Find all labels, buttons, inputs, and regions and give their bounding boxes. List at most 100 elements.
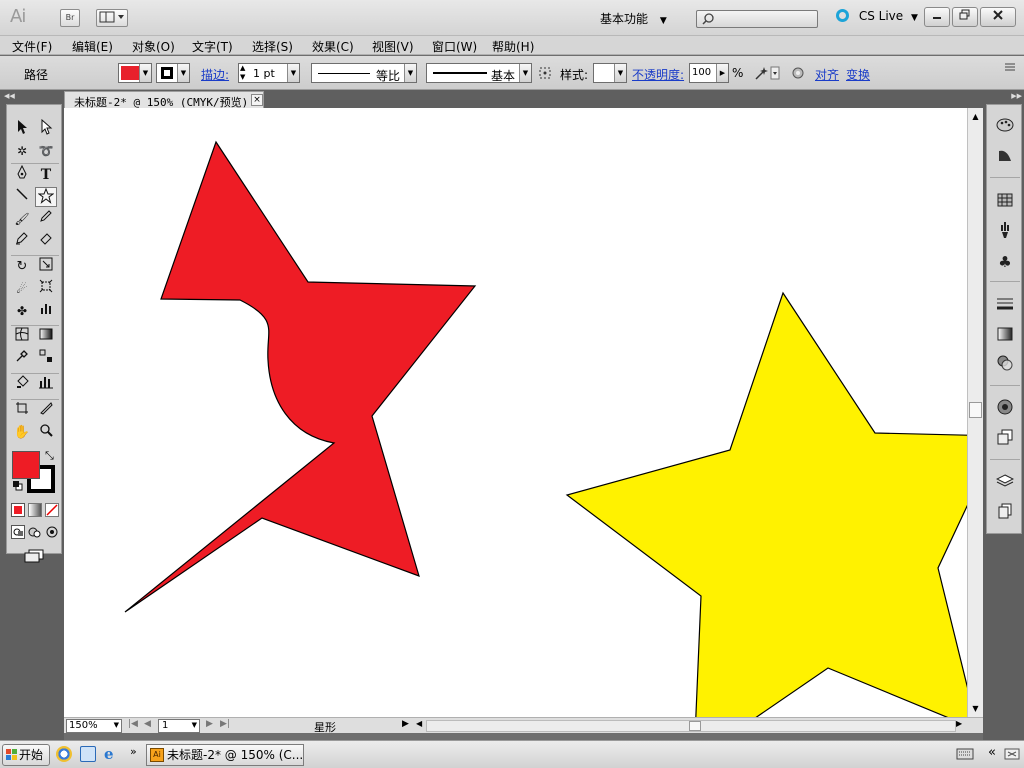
menu-effect[interactable]: 效果(C) [312, 38, 354, 55]
menu-file[interactable]: 文件(F) [12, 38, 52, 55]
fill-color-dropdown[interactable]: ▼ [118, 63, 152, 83]
stroke-panel-link[interactable]: 描边: [201, 66, 229, 83]
paintbrush-tool[interactable]: 🖌 [11, 209, 33, 229]
draw-inside-button[interactable] [45, 525, 59, 539]
pencil-tool[interactable] [35, 209, 57, 229]
transparency-panel-icon[interactable] [993, 355, 1017, 377]
cs-live-menu[interactable]: CS Live ▼ [836, 9, 918, 23]
opacity-field[interactable]: 100 ▶ [689, 63, 729, 83]
close-button[interactable] [980, 7, 1016, 27]
star-tool[interactable] [35, 187, 57, 207]
lasso-tool[interactable]: ➰ [35, 141, 57, 161]
taskbar-illustrator-item[interactable]: Ai 未标题-2* @ 150% (C... [146, 744, 304, 766]
color-panel-icon[interactable] [993, 117, 1017, 139]
variable-width-profile-dropdown[interactable]: 等比 ▼ [311, 63, 417, 83]
stroke-color-dropdown[interactable]: ▼ [156, 63, 190, 83]
scale-tool[interactable] [35, 257, 57, 277]
previous-artboard-icon[interactable]: ◀ [144, 719, 151, 729]
start-button[interactable]: 开始 [2, 744, 50, 766]
menu-help[interactable]: 帮助(H) [492, 38, 534, 55]
workspace-switcher[interactable]: 基本功能 ▼ [600, 10, 667, 26]
dashed-frame-icon[interactable] [538, 66, 552, 80]
pen-tool[interactable] [11, 164, 33, 185]
chrome-icon[interactable] [56, 746, 72, 762]
screen-mode-button[interactable] [23, 549, 47, 563]
artboards-panel-icon[interactable] [993, 503, 1017, 525]
bar-graph-tool[interactable] [35, 375, 57, 395]
last-artboard-icon[interactable]: ▶| [220, 719, 230, 729]
internet-explorer-icon[interactable]: e [104, 745, 114, 763]
selection-tool[interactable] [11, 119, 33, 139]
rotate-tool[interactable]: ↻ [11, 257, 33, 277]
default-colors-icon[interactable] [13, 481, 23, 491]
artboard-number-field[interactable]: 1 ▼ [158, 719, 200, 733]
horizontal-scroll-thumb[interactable] [689, 721, 701, 731]
menu-view[interactable]: 视图(V) [372, 38, 414, 55]
swap-colors-icon[interactable]: ⤡ [45, 449, 54, 463]
gradient-mode-button[interactable] [28, 503, 42, 517]
menu-edit[interactable]: 编辑(E) [72, 38, 113, 55]
magic-wand-tool[interactable]: ✲ [11, 141, 33, 161]
brushes-panel-icon[interactable] [993, 221, 1017, 243]
scroll-thumb[interactable] [969, 402, 982, 418]
symbols-panel-icon[interactable]: ♣ [993, 251, 1017, 273]
eyedropper-tool[interactable] [11, 349, 33, 369]
align-link[interactable]: 对齐 [815, 66, 839, 83]
scroll-right-icon[interactable]: ▶ [956, 719, 962, 728]
direct-selection-tool[interactable] [35, 118, 57, 139]
arrange-documents-button[interactable] [96, 9, 128, 27]
keyboard-tray-icon[interactable] [956, 748, 974, 760]
artboard-tool[interactable] [11, 401, 33, 421]
live-paint-bucket-tool[interactable] [11, 375, 33, 395]
layers-panel-icon[interactable] [993, 473, 1017, 495]
menu-type[interactable]: 文字(T) [192, 38, 233, 55]
eraser-tool[interactable] [35, 231, 57, 251]
stroke-weight-field[interactable]: ▲ ▼ 1 pt ▼ [238, 63, 300, 83]
menu-window[interactable]: 窗口(W) [432, 38, 477, 55]
slice-tool[interactable] [35, 401, 57, 421]
expand-panels-icon[interactable]: ▶▶ [988, 92, 1022, 100]
bridge-button[interactable]: Br [60, 9, 80, 27]
first-artboard-icon[interactable]: |◀ [128, 719, 138, 729]
graphic-style-dropdown[interactable]: ▼ [593, 63, 627, 83]
gradient-tool[interactable] [35, 327, 57, 347]
brush-definition-dropdown[interactable]: 基本 ▼ [426, 63, 532, 83]
free-transform-tool[interactable] [35, 279, 57, 299]
color-guide-icon[interactable] [993, 147, 1017, 169]
symbol-sprayer-tool[interactable]: ✤ [11, 301, 33, 321]
next-artboard-icon[interactable]: ▶ [206, 719, 213, 729]
expand-tray-icon[interactable]: « [988, 745, 996, 760]
stroke-panel-icon[interactable] [993, 295, 1017, 317]
artboard-canvas[interactable] [64, 108, 967, 717]
column-graph-tool[interactable] [35, 301, 57, 321]
zoom-dropdown[interactable]: 150% ▼ [66, 719, 122, 733]
warp-tool[interactable]: ☄ [11, 279, 33, 299]
gradient-panel-icon[interactable] [993, 325, 1017, 347]
draw-normal-button[interactable] [11, 525, 25, 539]
scroll-down-icon[interactable]: ▼ [969, 702, 982, 716]
color-mode-button[interactable] [11, 503, 25, 517]
menu-object[interactable]: 对象(O) [132, 38, 175, 55]
panel-menu-icon[interactable] [1004, 62, 1016, 72]
vertical-scrollbar[interactable]: ▲ ▼ [967, 108, 983, 717]
scroll-left-icon[interactable]: ◀ [416, 719, 422, 728]
menu-select[interactable]: 选择(S) [252, 38, 293, 55]
language-bar-icon[interactable] [1004, 747, 1020, 761]
yellow-star[interactable] [565, 291, 967, 717]
appearance-panel-icon[interactable] [993, 399, 1017, 421]
opacity-link[interactable]: 不透明度: [632, 66, 684, 83]
document-tab[interactable]: 未标题-2* @ 150% (CMYK/预览) × [64, 91, 264, 109]
tab-close-icon[interactable]: × [251, 94, 263, 106]
transform-link[interactable]: 变换 [846, 66, 870, 83]
none-mode-button[interactable] [45, 503, 59, 517]
gear-icon[interactable] [790, 65, 806, 81]
blob-brush-tool[interactable] [11, 231, 33, 251]
collapse-panel-icon[interactable]: ◀◀ [4, 92, 62, 100]
restore-button[interactable] [952, 7, 978, 27]
status-menu-icon[interactable]: ▶ [402, 719, 409, 729]
type-tool[interactable]: T [35, 165, 57, 185]
swatches-panel-icon[interactable] [993, 191, 1017, 213]
minimize-button[interactable] [924, 7, 950, 27]
search-input[interactable] [696, 10, 818, 28]
recolor-artwork-button[interactable] [754, 65, 780, 81]
